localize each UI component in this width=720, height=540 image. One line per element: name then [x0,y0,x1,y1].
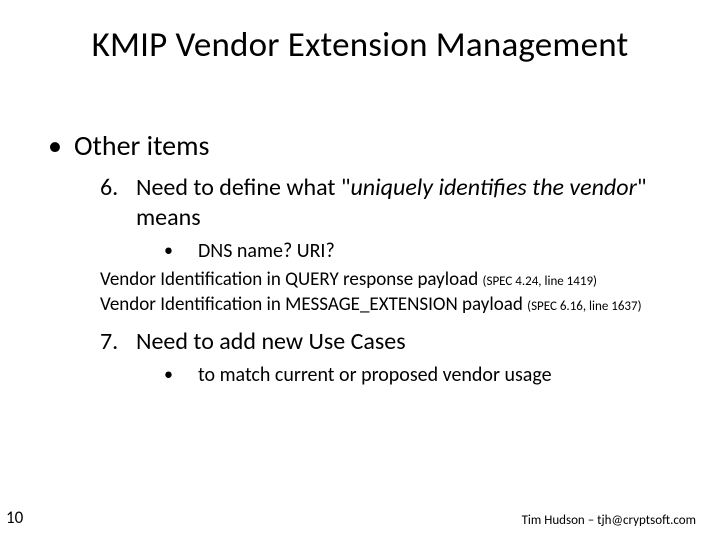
item-6-sub: DNS name? URI? [48,239,680,263]
slide-title: KMIP Vendor Extension Management [0,24,720,66]
item-7-text: Need to add new Use Cases [136,327,406,356]
item-7: 7. Need to add new Use Cases [48,327,680,357]
note-2-spec: (SPEC 6.16, line 1637) [527,299,641,314]
bullet-other-items: Other items [48,128,680,163]
note-2-text: Vendor Identification in MESSAGE_EXTENSI… [100,293,527,316]
footer-author: Tim Hudson – tjh@cryptsoft.com [522,513,696,528]
note-1-text: Vendor Identification in QUERY response … [100,268,483,291]
note-1-spec: (SPEC 4.24, line 1419) [483,274,597,289]
item-6-number: 6. [100,173,118,203]
item-6-italic: uniquely identifies the vendor [350,173,636,202]
item-6-text-a: Need to define what " [136,173,350,202]
page-number: 10 [6,507,23,528]
slide: KMIP Vendor Extension Management Other i… [0,0,720,540]
item-7-number: 7. [100,327,118,357]
item-6-note-2: Vendor Identification in MESSAGE_EXTENSI… [100,294,680,317]
item-6: 6. Need to define what "uniquely identif… [48,173,680,233]
slide-body: Other items 6. Need to define what "uniq… [48,128,680,393]
item-6-note-1: Vendor Identification in QUERY response … [100,269,680,292]
item-7-sub: to match current or proposed vendor usag… [48,363,680,387]
